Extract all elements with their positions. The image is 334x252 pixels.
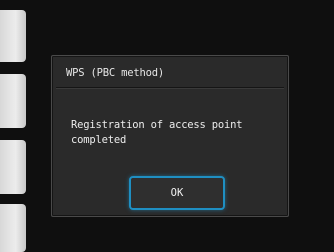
dialog-title: WPS (PBC method) [66, 67, 164, 79]
dialog-message: Registration of access point completed [71, 119, 243, 146]
camera-screen: WPS (PBC method) Registration of access … [0, 0, 334, 252]
side-menu-tab-1[interactable] [0, 10, 26, 62]
side-menu-tab-4[interactable] [0, 204, 26, 252]
wps-dialog: WPS (PBC method) Registration of access … [51, 55, 289, 217]
ok-button[interactable]: OK [129, 176, 225, 210]
side-menu-tab-2[interactable] [0, 74, 26, 128]
title-separator [56, 87, 284, 89]
ok-button-label: OK [170, 187, 184, 199]
side-menu-tab-3[interactable] [0, 140, 26, 194]
